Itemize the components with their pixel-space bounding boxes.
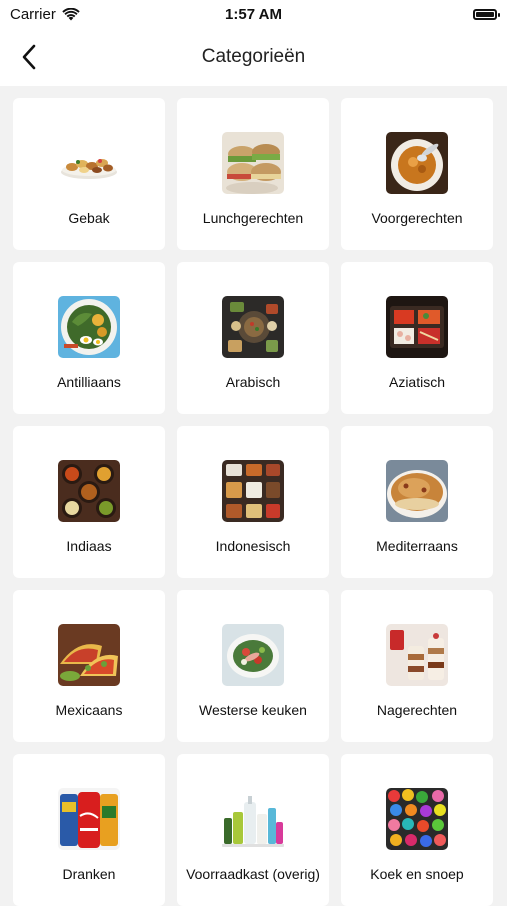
category-label: Antilliaans xyxy=(57,374,121,390)
chevron-left-icon xyxy=(22,44,36,70)
category-card-voorgerechten[interactable]: Voorgerechten xyxy=(341,98,493,250)
category-label: Dranken xyxy=(62,866,116,882)
category-label: Mediterraans xyxy=(376,538,458,554)
battery-icon xyxy=(473,8,500,20)
antilliaans-photo xyxy=(58,296,120,358)
category-grid: Gebak Lunchgerechten Voorgerechten Antil… xyxy=(13,98,493,906)
category-card-mediterraans[interactable]: Mediterraans xyxy=(341,426,493,578)
category-card-nagerechten[interactable]: Nagerechten xyxy=(341,590,493,742)
category-label: Voorgerechten xyxy=(371,210,463,226)
aziatisch-photo xyxy=(386,296,448,358)
mexicaans-photo xyxy=(58,624,120,686)
category-card-mexicaans[interactable]: Mexicaans xyxy=(13,590,165,742)
carrier-label: Carrier xyxy=(10,5,56,23)
arabisch-photo xyxy=(222,296,284,358)
category-card-dranken[interactable]: Dranken xyxy=(13,754,165,906)
category-card-indonesisch[interactable]: Indonesisch xyxy=(177,426,329,578)
mediterraans-photo xyxy=(386,460,448,522)
category-card-antilliaans[interactable]: Antilliaans xyxy=(13,262,165,414)
category-label: Arabisch xyxy=(225,374,281,390)
category-label: Westerse keuken xyxy=(199,702,307,718)
back-button[interactable] xyxy=(14,42,44,72)
lunchgerechten-photo xyxy=(222,132,284,194)
category-card-koek-en-snoep[interactable]: Koek en snoep xyxy=(341,754,493,906)
indiaas-photo xyxy=(58,460,120,522)
category-label: Nagerechten xyxy=(376,702,458,718)
wifi-icon xyxy=(62,7,80,20)
category-label: Koek en snoep xyxy=(370,866,464,882)
koek-en-snoep-photo xyxy=(386,788,448,850)
category-card-voorraadkast-overig[interactable]: Voorraadkast (overig) xyxy=(177,754,329,906)
status-bar: Carrier 1:57 AM xyxy=(0,0,507,28)
voorraadkast-overig-photo xyxy=(222,788,284,850)
category-card-aziatisch[interactable]: Aziatisch xyxy=(341,262,493,414)
category-label: Lunchgerechten xyxy=(202,210,304,226)
category-label: Indonesisch xyxy=(215,538,291,554)
nagerechten-photo xyxy=(386,624,448,686)
navigation-bar: Categorieën xyxy=(0,28,507,86)
category-card-arabisch[interactable]: Arabisch xyxy=(177,262,329,414)
category-card-lunchgerechten[interactable]: Lunchgerechten xyxy=(177,98,329,250)
category-label: Voorraadkast (overig) xyxy=(186,866,320,882)
category-card-gebak[interactable]: Gebak xyxy=(13,98,165,250)
category-label: Mexicaans xyxy=(55,702,123,718)
page-title: Categorieën xyxy=(201,46,306,67)
category-card-westerse-keuken[interactable]: Westerse keuken xyxy=(177,590,329,742)
category-label: Indiaas xyxy=(66,538,112,554)
category-label: Gebak xyxy=(68,210,110,226)
carrier-group: Carrier xyxy=(10,6,80,23)
voorgerechten-photo xyxy=(386,132,448,194)
gebak-photo xyxy=(58,132,120,194)
dranken-photo xyxy=(58,788,120,850)
indonesisch-photo xyxy=(222,460,284,522)
westerse-keuken-photo xyxy=(222,624,284,686)
category-card-indiaas[interactable]: Indiaas xyxy=(13,426,165,578)
category-label: Aziatisch xyxy=(388,374,446,390)
